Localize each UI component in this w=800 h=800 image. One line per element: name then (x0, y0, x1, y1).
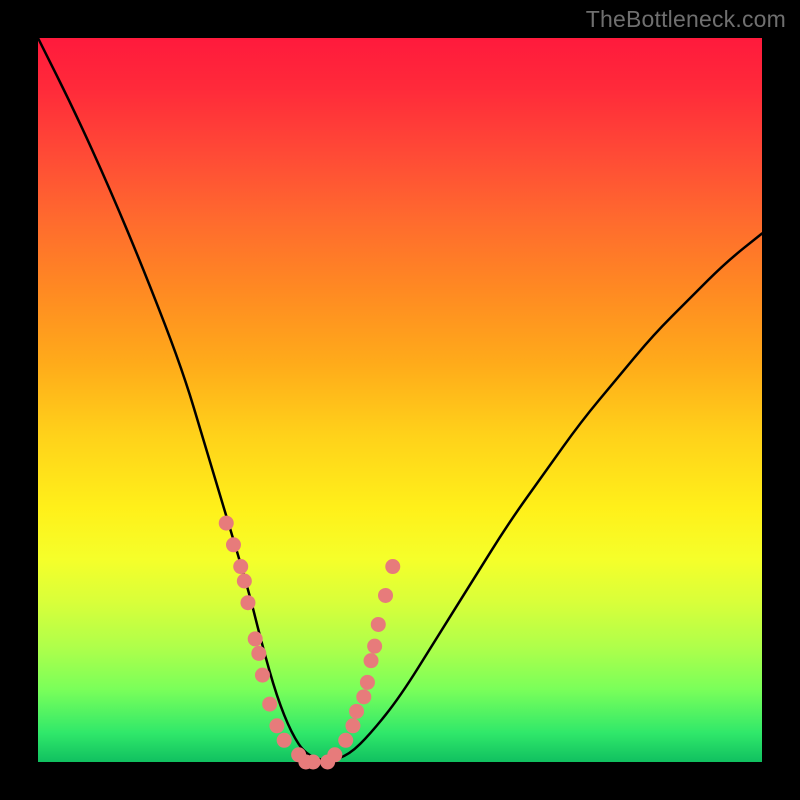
marker-dot (237, 574, 252, 589)
marker-dot (233, 559, 248, 574)
marker-dot (240, 595, 255, 610)
marker-dot (306, 755, 321, 770)
chart-frame: TheBottleneck.com (0, 0, 800, 800)
marker-dot (269, 718, 284, 733)
marker-dot (371, 617, 386, 632)
marker-dot (349, 704, 364, 719)
marker-dot (356, 689, 371, 704)
marker-dot (385, 559, 400, 574)
marker-dot (219, 516, 234, 531)
marker-dot (327, 747, 342, 762)
marker-dot (262, 697, 277, 712)
marker-dot (255, 668, 270, 683)
marker-dot (277, 733, 292, 748)
marker-dot (345, 718, 360, 733)
watermark-text: TheBottleneck.com (586, 6, 786, 33)
plot-area (38, 38, 762, 762)
marker-dot (338, 733, 353, 748)
marker-dot (367, 639, 382, 654)
marker-dot (378, 588, 393, 603)
marker-dot (360, 675, 375, 690)
bottleneck-curve (38, 38, 762, 760)
chart-svg (38, 38, 762, 762)
marker-dot (226, 537, 241, 552)
marker-dot (364, 653, 379, 668)
marker-dot (248, 631, 263, 646)
marker-dot (251, 646, 266, 661)
